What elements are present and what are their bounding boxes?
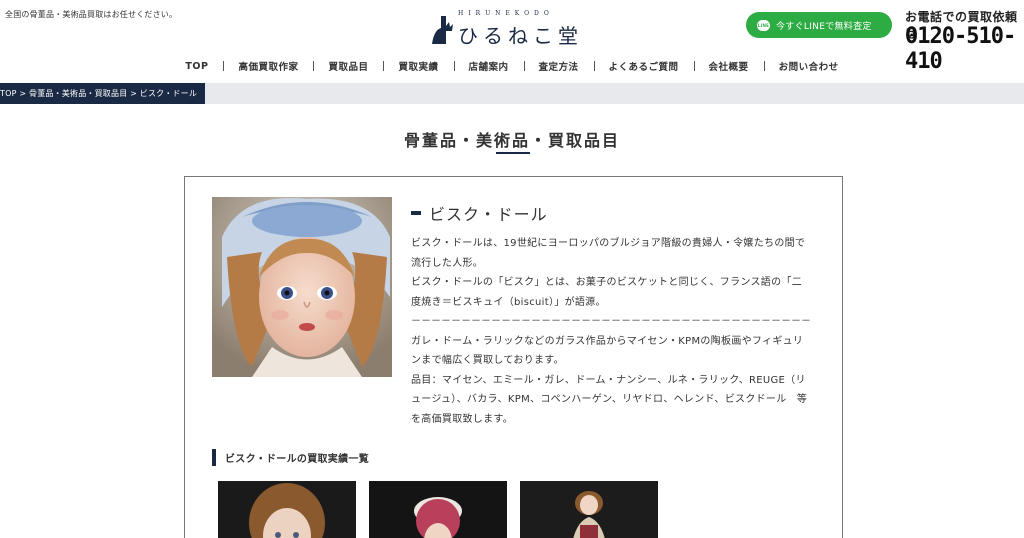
logo-romaji: HIRUNEKODO (458, 10, 554, 17)
results-heading-marker (212, 449, 216, 466)
results-heading-text: ビスク・ドールの買取実績一覧 (225, 454, 369, 465)
nav-results[interactable]: 買取実績 (383, 59, 453, 73)
desc-divider: －－－－－－－－－－－－－－－－－－－－－－－－－－－－－－－－－－－－－－－－… (411, 316, 811, 327)
desc-para-4: 品目：マイセン、エミール・ガレ、ドーム・ナンシー、ルネ・ラリック、REUGE（リ… (411, 374, 808, 425)
page-title: 骨董品・美術品・買取品目 (403, 131, 620, 150)
result-thumbnail[interactable] (218, 481, 356, 538)
logo-name: ひるねこ堂 (458, 24, 583, 48)
nav-appraisal[interactable]: 査定方法 (523, 59, 594, 73)
global-nav: TOP 高価買取作家 買取品目 買取実績 店舗案内 査定方法 よくあるご質問 会… (0, 56, 1024, 76)
nav-contact[interactable]: お問い合わせ (763, 59, 854, 73)
line-button-label: 今すぐLINEで無料査定 (776, 21, 872, 32)
nav-items[interactable]: 買取品目 (313, 59, 383, 73)
item-description: ビスク・ドールは、19世紀にヨーロッパのブルジョア階級の貴婦人・令嬢たちの間で流… (411, 234, 811, 429)
result-thumbnail[interactable] (369, 481, 507, 538)
nav-top[interactable]: TOP (170, 61, 223, 72)
desc-para-1: ビスク・ドールは、19世紀にヨーロッパのブルジョア階級の貴婦人・令嬢たちの間で流… (411, 238, 806, 269)
line-icon-text: LINE (757, 22, 770, 28)
desc-para-3: ガレ・ドーム・ラリックなどのガラス作品からマイセン・KPMの陶板画やフィギュリン… (411, 335, 804, 367)
nav-company[interactable]: 会社概要 (693, 59, 764, 73)
nav-store[interactable]: 店舗案内 (453, 59, 524, 73)
breadcrumb[interactable]: TOP > 骨董品・美術品・買取品目 > ビスク・ドール (0, 83, 206, 104)
item-heading-text: ビスク・ドール (429, 205, 548, 224)
item-heading: ビスク・ドール (411, 201, 548, 225)
results-heading: ビスク・ドールの買取実績一覧 (212, 449, 369, 466)
desc-para-2: ビスク・ドールの「ビスク」とは、お菓子のビスケットと同じく、フランス語の「二度焼… (411, 277, 802, 308)
sleeping-cat-logo-icon (432, 16, 453, 44)
breadcrumb-bar: TOP > 骨董品・美術品・買取品目 > ビスク・ドール (0, 83, 1024, 104)
item-card: ビスク・ドール ビスク・ドールは、19世紀にヨーロッパのブルジョア階級の貴婦人・… (184, 176, 843, 538)
nav-faq[interactable]: よくあるご質問 (593, 59, 694, 73)
site-logo[interactable]: HIRUNEKODO ひるねこ堂 (432, 10, 602, 48)
bisque-doll-photo (212, 197, 392, 377)
result-thumbnail[interactable] (520, 481, 658, 538)
heading-marker (411, 211, 421, 215)
line-consult-button[interactable]: LINE 今すぐLINEで無料査定 (746, 12, 892, 38)
nav-artists[interactable]: 高価買取作家 (223, 59, 313, 73)
site-tagline: 全国の骨董品・美術品買取はお任せください。 (5, 10, 178, 19)
title-underline (496, 152, 530, 154)
line-chat-icon: LINE (757, 19, 770, 31)
